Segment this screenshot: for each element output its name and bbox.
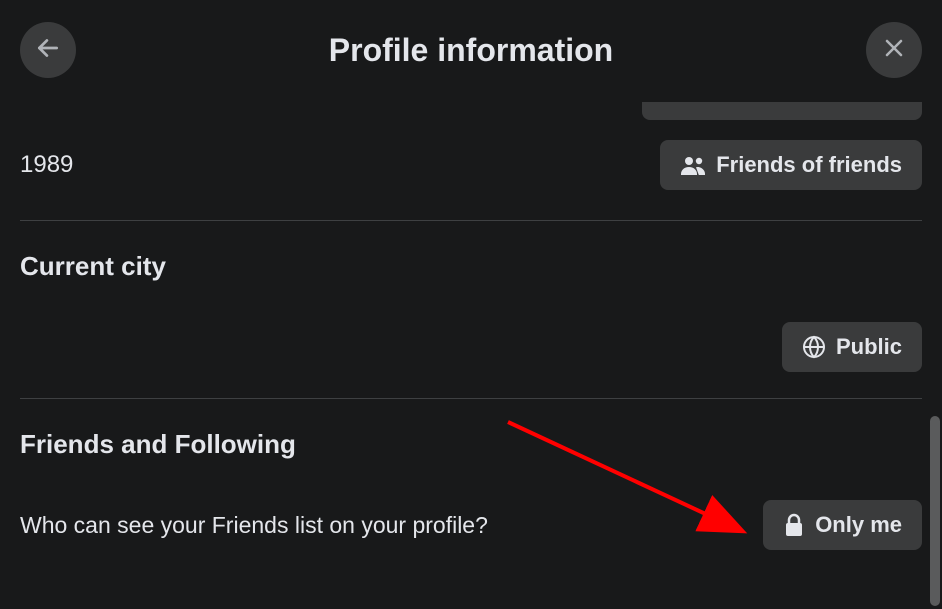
- current-city-privacy-label: Public: [836, 334, 902, 360]
- lock-icon: [783, 513, 805, 537]
- friends-list-privacy-label: Only me: [815, 512, 902, 538]
- year-privacy-button[interactable]: Friends of friends: [660, 140, 922, 190]
- close-icon: [882, 36, 906, 65]
- friends-list-question: Who can see your Friends list on your pr…: [20, 512, 488, 539]
- close-button[interactable]: [866, 22, 922, 78]
- header: Profile information: [0, 0, 942, 100]
- friends-list-privacy-button[interactable]: Only me: [763, 500, 922, 550]
- divider: [20, 398, 922, 399]
- scrollbar[interactable]: [930, 416, 940, 606]
- page-title: Profile information: [329, 32, 613, 69]
- current-city-title: Current city: [20, 251, 166, 282]
- friends-of-friends-icon: [680, 155, 706, 175]
- back-button[interactable]: [20, 22, 76, 78]
- arrow-left-icon: [35, 35, 61, 66]
- partial-privacy-button[interactable]: [642, 102, 922, 120]
- friends-following-title: Friends and Following: [20, 429, 296, 460]
- current-city-privacy-button[interactable]: Public: [782, 322, 922, 372]
- current-city-section-header: Current city: [20, 239, 922, 294]
- current-city-privacy-row: Public: [20, 294, 922, 380]
- friends-list-question-row: Who can see your Friends list on your pr…: [20, 472, 922, 562]
- divider: [20, 220, 922, 221]
- year-value: 1989: [20, 151, 73, 179]
- globe-icon: [802, 335, 826, 359]
- year-privacy-label: Friends of friends: [716, 152, 902, 178]
- friends-following-section-header: Friends and Following: [20, 417, 922, 472]
- year-row: 1989 Friends of friends: [20, 128, 922, 202]
